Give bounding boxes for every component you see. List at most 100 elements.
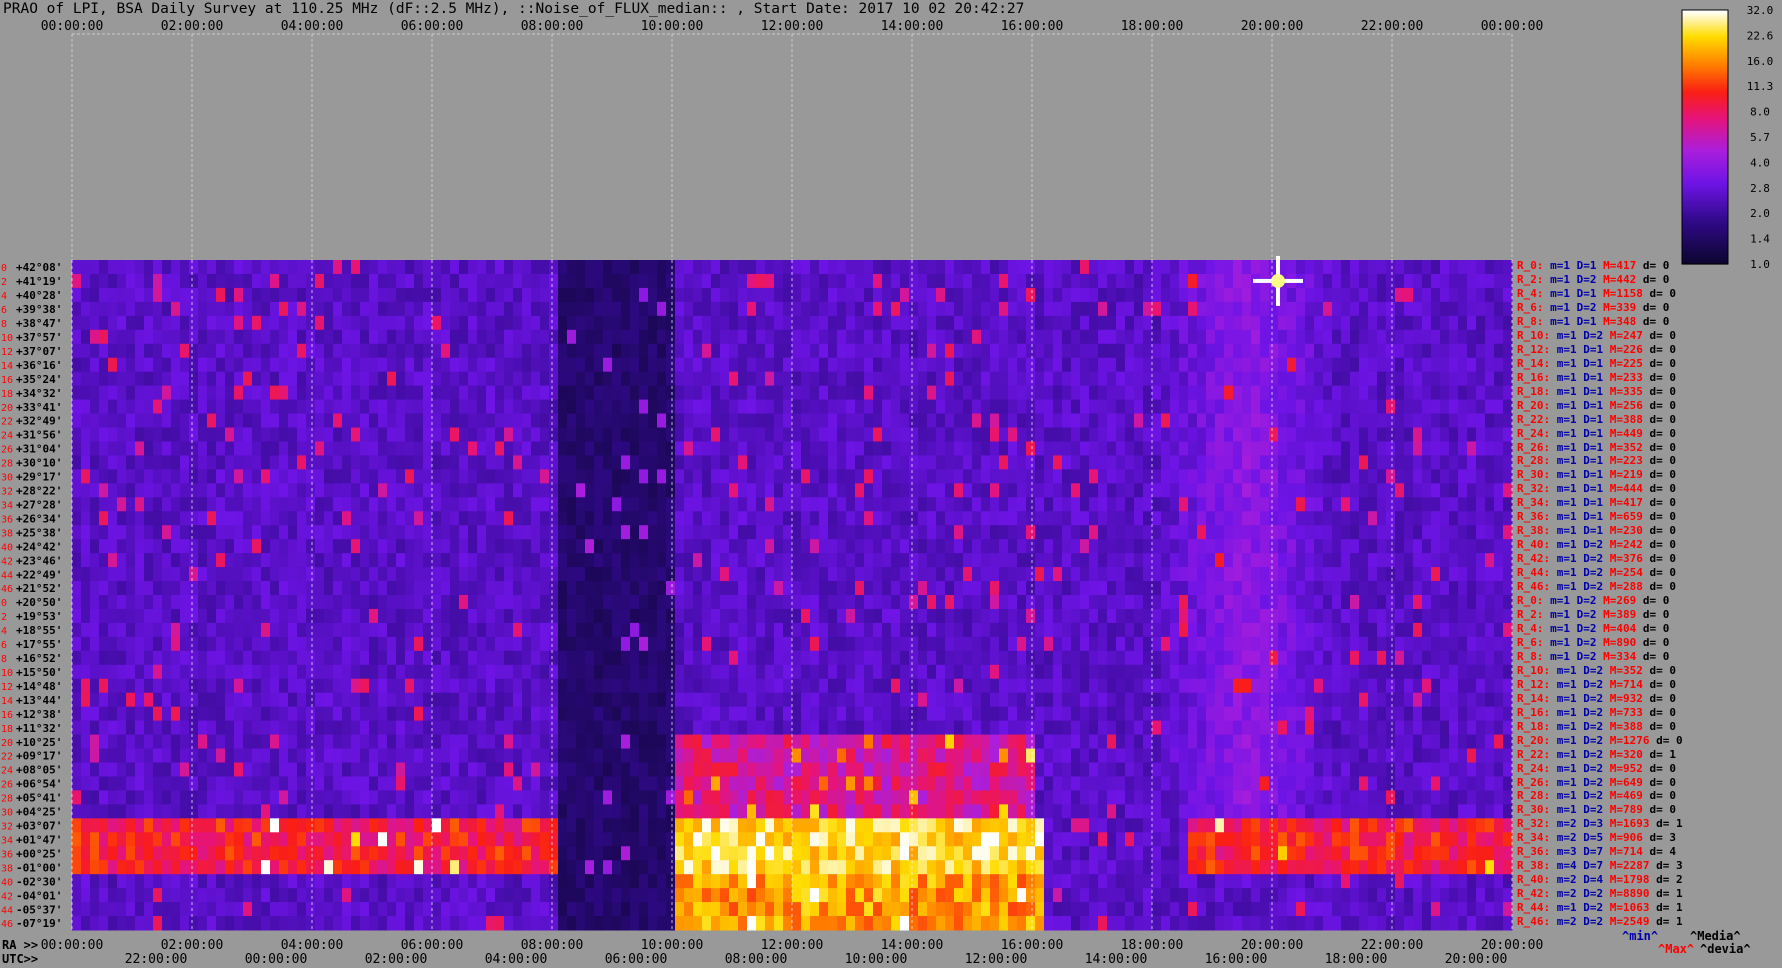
legend-D: D=2 <box>1583 803 1604 817</box>
declination-label: +17°55' <box>16 638 62 651</box>
row-index: 34 <box>1 500 13 511</box>
legend-d: d= 0 <box>1649 454 1677 468</box>
legend-row-id: R_46: <box>1517 915 1551 928</box>
legend-D: D=2 <box>1583 566 1604 580</box>
legend-min: m=1 <box>1556 356 1577 370</box>
legend-row: R_0: m=1 D=1 M=417 d= 0 <box>1517 259 1669 273</box>
legend-D: D=2 <box>1583 761 1604 775</box>
legend-row: R_6: m=1 D=2 M=890 d= 0 <box>1517 636 1669 650</box>
top-axis-tick: 00:00:00 <box>41 19 104 34</box>
survey-figure: 00:00:00 02:00:00 04:00:00 06:00:00 08:00:00… <box>0 0 1782 968</box>
legend-row-id: R_4: <box>1517 621 1544 635</box>
legend-M: M=404 <box>1603 621 1637 635</box>
bottom-ra-tick: 20:00:00 <box>1241 938 1304 953</box>
row-index: 46 <box>1 919 13 930</box>
legend-d: d= 0 <box>1642 594 1670 607</box>
legend-min: m=1 <box>1556 328 1577 342</box>
legend-min: m=1 <box>1556 705 1577 719</box>
row-index: 10 <box>1 333 13 344</box>
legend-D: D=2 <box>1583 538 1604 552</box>
declination-label: +42°08' <box>16 261 62 274</box>
legend-row: R_18: m=1 D=1 M=335 d= 0 <box>1517 385 1676 399</box>
bottom-ra-tick: 02:00:00 <box>161 938 224 953</box>
legend-min: m=2 <box>1556 915 1577 928</box>
colorbar-tick: 1.0 <box>1750 258 1770 271</box>
point-source-core <box>1271 273 1285 288</box>
bottom-ra-tick: 04:00:00 <box>281 938 344 953</box>
legend-row: R_16: m=1 D=1 M=233 d= 0 <box>1517 371 1676 385</box>
declination-label: +15°50' <box>16 666 62 679</box>
declination-label: +27°28' <box>16 498 62 511</box>
legend-D: D=1 <box>1583 426 1604 440</box>
legend-d: d= 0 <box>1649 524 1677 538</box>
top-axis-tick: 12:00:00 <box>761 19 824 34</box>
row-index: 44 <box>1 570 13 581</box>
top-axis-tick: 06:00:00 <box>401 19 464 34</box>
legend-D: D=2 <box>1583 901 1604 915</box>
legend-d: d= 0 <box>1649 663 1677 677</box>
legend-d: d= 0 <box>1649 705 1677 719</box>
ra-axis-label: RA >> <box>2 938 38 952</box>
declination-label: +29°17' <box>16 471 62 484</box>
legend-row: R_38: m=4 D=7 M=2287 d= 3 <box>1517 859 1683 873</box>
legend-row: R_42: m=1 D=2 M=376 d= 0 <box>1517 552 1676 566</box>
declination-label: +41°19' <box>16 275 62 288</box>
legend-min: m=1 <box>1550 286 1570 300</box>
legend-row: R_8: m=1 D=1 M=348 d= 0 <box>1517 315 1669 329</box>
declination-label: -02°30' <box>16 875 62 888</box>
legend-d: d= 0 <box>1649 356 1677 370</box>
declination-label: +04°25' <box>16 806 62 819</box>
legend-d: d= 0 <box>1649 552 1677 566</box>
legend-row-id: R_6: <box>1517 635 1544 649</box>
legend-row-id: R_4: <box>1517 286 1544 300</box>
legend-row: R_2: m=1 D=2 M=442 d= 0 <box>1517 273 1669 287</box>
legend-min: m=1 <box>1556 901 1577 915</box>
legend-row-id: R_30: <box>1517 468 1551 482</box>
legend-D: D=7 <box>1583 845 1604 859</box>
top-axis-tick: 08:00:00 <box>521 19 584 34</box>
legend-d: d= 0 <box>1642 300 1670 314</box>
row-index: 32 <box>1 822 13 833</box>
legend-M: M=230 <box>1609 524 1643 538</box>
row-index: 38 <box>1 528 13 539</box>
legend-row-id: R_42: <box>1517 887 1551 901</box>
legend-row: R_24: m=1 D=2 M=952 d= 0 <box>1517 762 1676 776</box>
legend-row: R_32: m=1 D=1 M=444 d= 0 <box>1517 482 1676 496</box>
legend-D: D=2 <box>1583 705 1604 719</box>
bottom-ra-tick: 06:00:00 <box>401 938 464 953</box>
legend-min: m=2 <box>1556 817 1577 831</box>
legend-D: D=1 <box>1576 314 1597 328</box>
legend-row: R_10: m=1 D=2 M=352 d= 0 <box>1517 664 1676 678</box>
row-index: 28 <box>1 459 13 470</box>
legend-D: D=2 <box>1583 580 1604 593</box>
legend-d: d= 3 <box>1649 831 1677 845</box>
legend-min: m=1 <box>1556 440 1577 454</box>
declination-label: -04°01' <box>16 889 62 902</box>
declination-label: +01°47' <box>16 833 62 846</box>
legend-D: D=2 <box>1583 733 1604 747</box>
legend-row-id: R_36: <box>1517 845 1551 859</box>
declination-label: +26°34' <box>16 512 62 525</box>
bottom-ra-tick: 20:00:00 <box>1481 938 1544 953</box>
legend-min: m=2 <box>1556 887 1577 901</box>
legend-M: M=388 <box>1609 412 1643 426</box>
legend-row: R_42: m=2 D=2 M=8890 d= 1 <box>1517 887 1683 901</box>
declination-label: +08°05' <box>16 764 62 777</box>
legend-row: R_30: m=1 D=2 M=789 d= 0 <box>1517 803 1676 817</box>
declination-label: +09°17' <box>16 750 62 763</box>
legend-row: R_26: m=1 D=1 M=352 d= 0 <box>1517 441 1676 455</box>
legend-row: R_36: m=3 D=7 M=714 d= 4 <box>1517 845 1676 859</box>
legend-M: M=733 <box>1609 705 1643 719</box>
declination-label: +13°44' <box>16 694 62 707</box>
top-axis-tick: 02:00:00 <box>161 19 224 34</box>
declination-label: -01°00' <box>16 861 62 874</box>
legend-d: d= 0 <box>1649 398 1677 412</box>
legend-d: d= 0 <box>1642 259 1670 272</box>
legend-M: M=417 <box>1603 259 1637 272</box>
legend-min: m=1 <box>1550 635 1570 649</box>
legend-row: R_32: m=2 D=3 M=1693 d= 1 <box>1517 817 1683 831</box>
legend-M: M=469 <box>1609 789 1643 803</box>
legend-M: M=890 <box>1603 635 1637 649</box>
legend-d: d= 1 <box>1656 887 1683 901</box>
top-axis-tick: 10:00:00 <box>641 19 704 34</box>
